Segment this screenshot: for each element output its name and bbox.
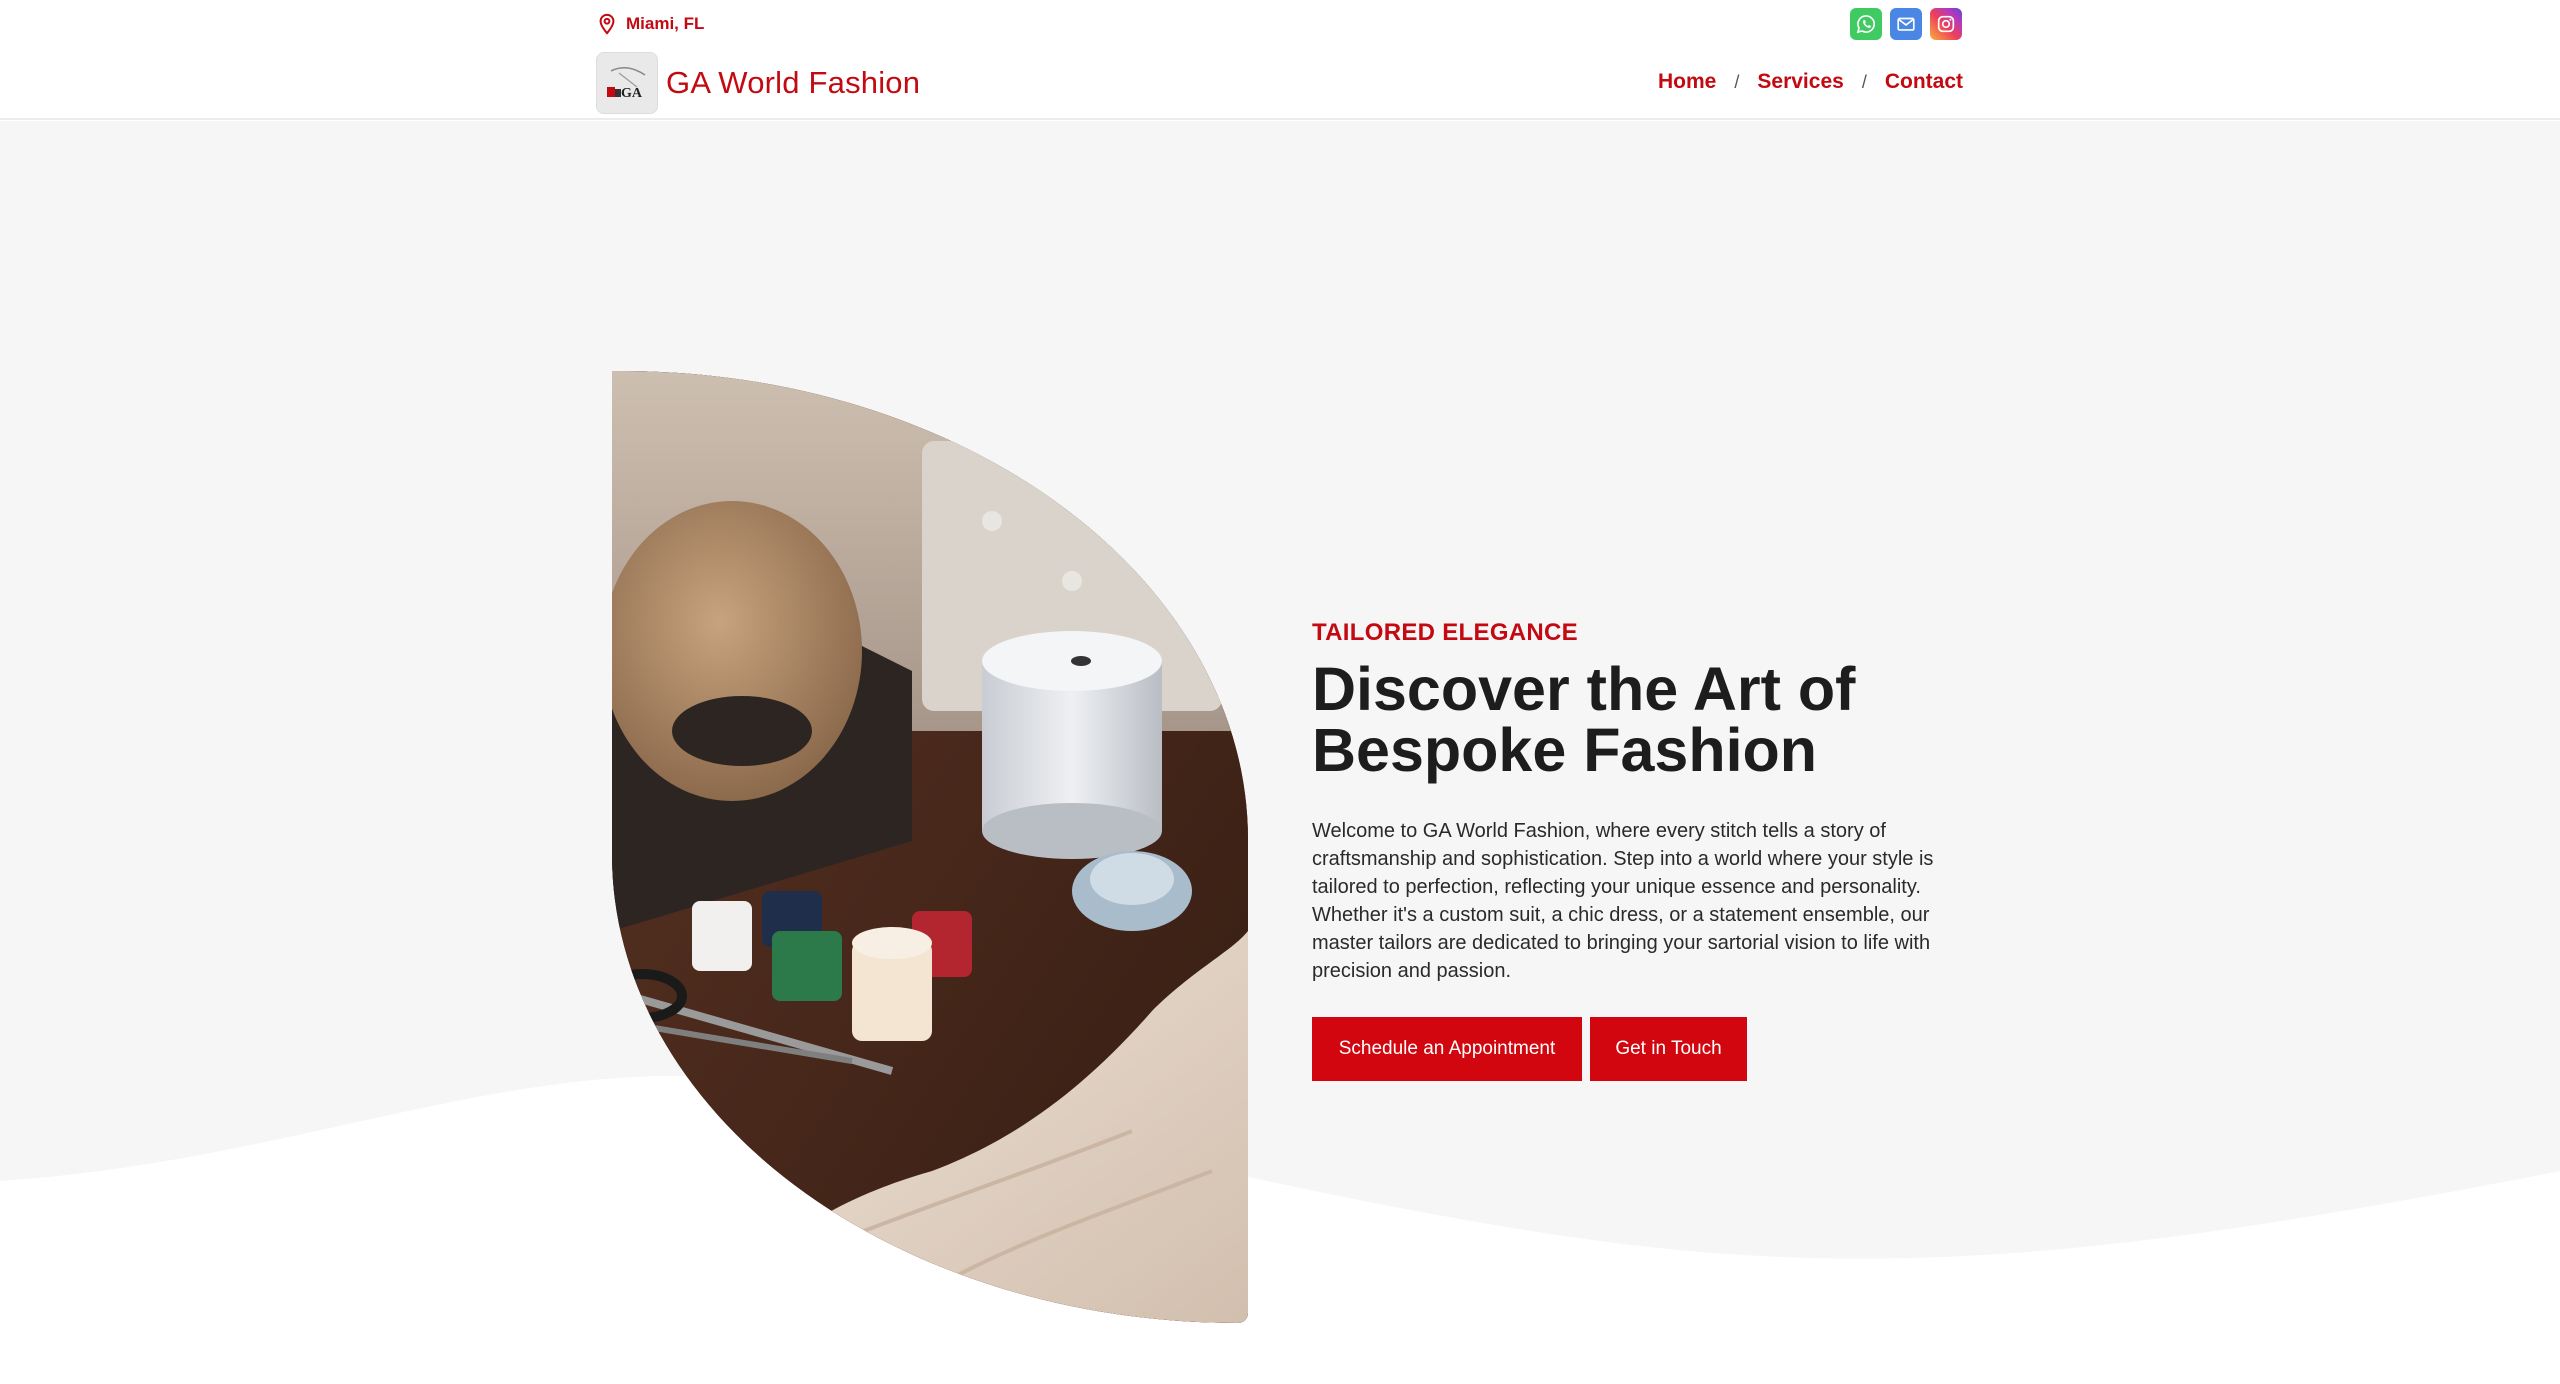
get-in-touch-button[interactable]: Get in Touch: [1590, 1017, 1747, 1081]
svg-text:GA: GA: [621, 86, 643, 101]
hero-content: TAILORED ELEGANCE Discover the Art of Be…: [1312, 619, 1962, 1081]
whatsapp-icon: [1856, 15, 1875, 34]
map-pin-icon: [599, 13, 615, 35]
nav-services[interactable]: Services: [1757, 70, 1843, 94]
main-nav: Home / Services / Contact: [1658, 70, 1963, 94]
nav-contact[interactable]: Contact: [1885, 70, 1963, 94]
email-link[interactable]: [1890, 8, 1922, 40]
hero-actions: Schedule an Appointment Get in Touch: [1312, 1017, 1962, 1081]
brand[interactable]: GA GA World Fashion: [596, 52, 920, 114]
logo-image: GA: [597, 53, 657, 113]
hero-title-line-2: Bespoke Fashion: [1312, 716, 1818, 784]
social-links: [1850, 8, 1962, 40]
brand-name: GA World Fashion: [666, 65, 921, 100]
hero-title-line-1: Discover the Art of: [1312, 655, 1856, 723]
hero-section: TAILORED ELEGANCE Discover the Art of Be…: [0, 121, 2560, 1384]
hero-intro: Welcome to GA World Fashion, where every…: [1312, 820, 1934, 982]
whatsapp-link[interactable]: [1850, 8, 1882, 40]
email-icon: [1897, 17, 1915, 31]
background-wave: [0, 1075, 2560, 1384]
page: Miami, FL GA GA World Fashion Home / Ser…: [0, 0, 2560, 1384]
instagram-icon: [1937, 15, 1955, 33]
nav-home[interactable]: Home: [1658, 70, 1716, 94]
location: Miami, FL: [596, 12, 704, 36]
brand-logo: GA: [596, 52, 658, 114]
nav-separator: /: [1861, 71, 1867, 92]
instagram-link[interactable]: [1930, 8, 1962, 40]
nav-separator: /: [1734, 71, 1740, 92]
hero-eyebrow: TAILORED ELEGANCE: [1312, 619, 1578, 646]
location-text: Miami, FL: [626, 14, 705, 33]
hero-title: Discover the Art of Bespoke Fashion: [1312, 659, 1962, 781]
schedule-appointment-button[interactable]: Schedule an Appointment: [1312, 1017, 1582, 1081]
site-header: Miami, FL GA GA World Fashion Home / Ser…: [0, 0, 2560, 120]
